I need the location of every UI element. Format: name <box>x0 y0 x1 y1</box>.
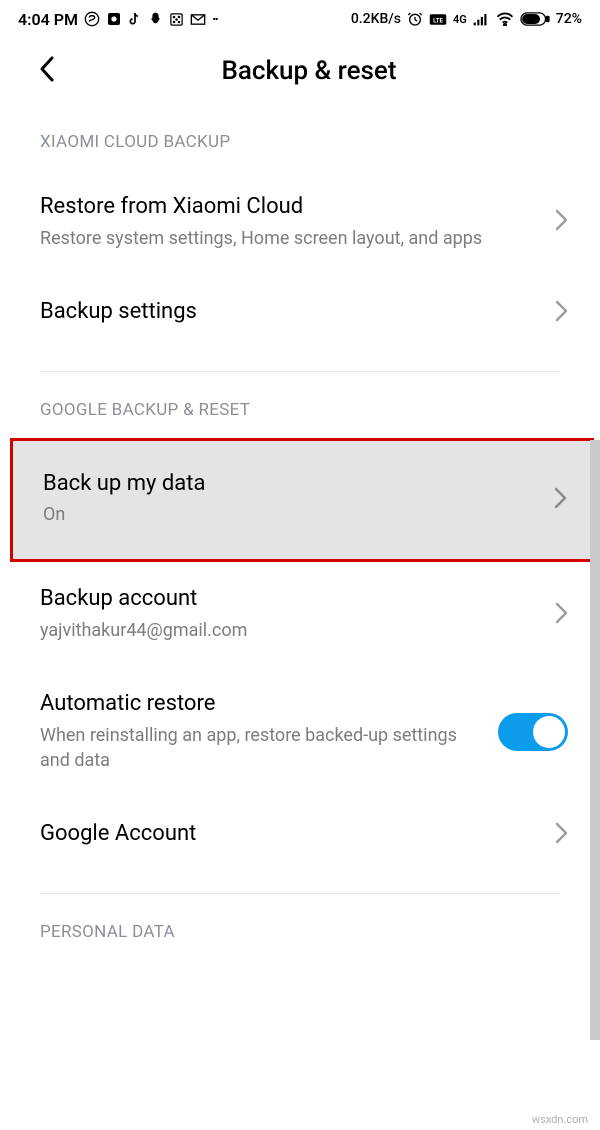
alarm-icon <box>407 11 423 27</box>
backup-my-data-item[interactable]: Back up my data On <box>10 438 594 563</box>
battery-percent: 72% <box>556 11 582 27</box>
item-title: Google Account <box>40 819 512 849</box>
more-icon: ·· <box>212 10 217 28</box>
chevron-right-icon <box>555 209 568 235</box>
section-xiaomi-cloud: XIAOMI CLOUD BACKUP <box>0 104 600 170</box>
item-title: Automatic restore <box>40 689 470 719</box>
chevron-right-icon <box>554 487 567 513</box>
page-header: Backup & reset <box>0 38 600 104</box>
chevron-right-icon <box>555 822 568 848</box>
section-google-backup: GOOGLE BACKUP & RESET <box>0 372 600 438</box>
battery-icon <box>520 12 550 26</box>
item-subtitle: When reinstalling an app, restore backed… <box>40 723 470 773</box>
automatic-restore-toggle[interactable] <box>498 713 568 751</box>
status-right: 0.2KB/s LTE 4G 72% <box>351 11 582 27</box>
status-bar: 4:04 PM ·· 0.2KB/s LTE 4G 72% <box>0 0 600 38</box>
whatsapp-icon <box>84 11 100 27</box>
item-title: Backup account <box>40 584 512 614</box>
item-title: Restore from Xiaomi Cloud <box>40 192 512 222</box>
backup-account-item[interactable]: Backup account yajvithakur44@gmail.com <box>0 562 600 667</box>
signal-icon <box>473 12 490 26</box>
grid-icon <box>169 12 184 27</box>
network-type: 4G <box>453 13 467 26</box>
chevron-right-icon <box>555 602 568 628</box>
wifi-icon <box>496 12 514 26</box>
section-personal-data: PERSONAL DATA <box>0 894 600 960</box>
item-title: Back up my data <box>43 469 513 499</box>
watermark: wsxdn.com <box>532 1113 588 1126</box>
gmail-icon <box>190 13 206 26</box>
volte-icon: LTE <box>429 13 447 26</box>
tiktok-icon <box>128 11 142 27</box>
status-left: 4:04 PM ·· <box>18 10 217 29</box>
snapchat-icon <box>148 11 163 27</box>
svg-text:LTE: LTE <box>433 17 443 24</box>
google-account-item[interactable]: Google Account <box>0 797 600 873</box>
item-subtitle: Restore system settings, Home screen lay… <box>40 226 512 251</box>
chevron-right-icon <box>555 300 568 326</box>
restore-xiaomi-cloud-item[interactable]: Restore from Xiaomi Cloud Restore system… <box>0 170 600 275</box>
item-subtitle: yajvithakur44@gmail.com <box>40 618 512 643</box>
page-title: Backup & reset <box>38 56 580 86</box>
data-speed: 0.2KB/s <box>351 11 401 27</box>
app-icon <box>106 11 122 27</box>
back-button[interactable] <box>38 55 56 87</box>
settings-content: XIAOMI CLOUD BACKUP Restore from Xiaomi … <box>0 104 600 960</box>
scrollbar[interactable] <box>590 440 600 1040</box>
backup-settings-item[interactable]: Backup settings <box>0 275 600 351</box>
item-title: Backup settings <box>40 297 512 327</box>
automatic-restore-item[interactable]: Automatic restore When reinstalling an a… <box>0 667 600 797</box>
toggle-knob <box>533 716 565 748</box>
status-time: 4:04 PM <box>18 10 78 29</box>
item-subtitle: On <box>43 502 513 527</box>
